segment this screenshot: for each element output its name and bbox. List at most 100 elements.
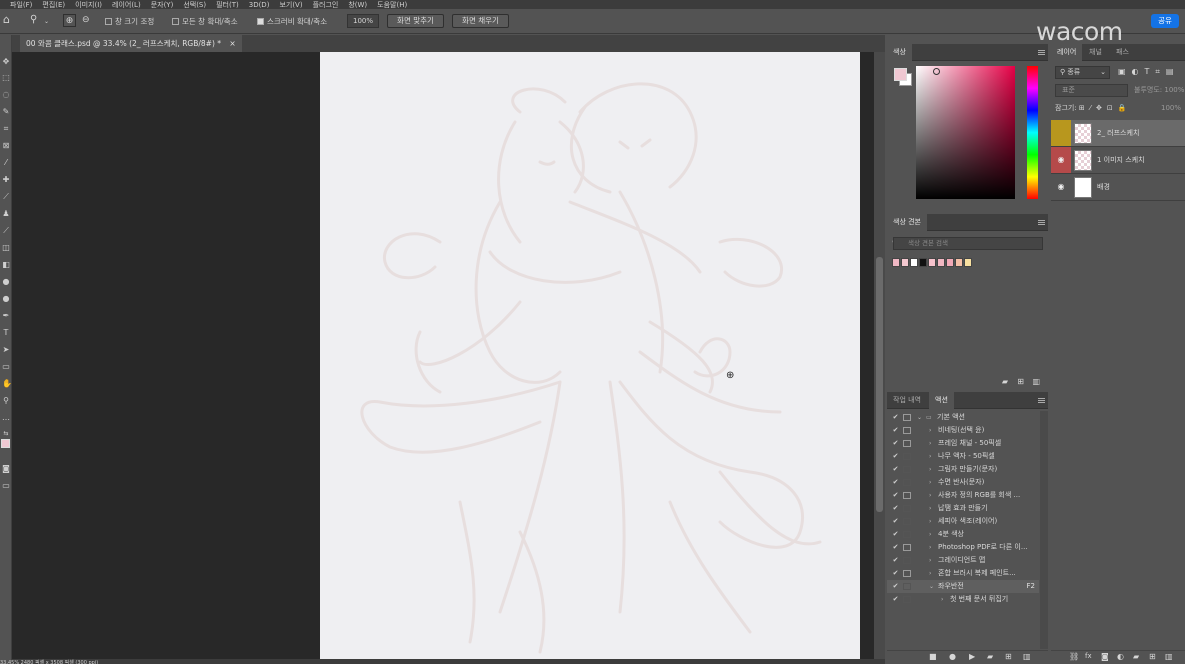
chevron-right-icon[interactable]: › (929, 424, 931, 437)
dialog-toggle-icon[interactable] (903, 492, 911, 499)
mask-icon[interactable]: ◙ (1101, 652, 1109, 661)
menu-item[interactable]: 3D(D) (249, 1, 270, 9)
frame-tool-icon[interactable]: ⊠ (2, 142, 10, 150)
chevron-down-icon[interactable]: ⌄ (929, 580, 934, 593)
chevron-right-icon[interactable]: › (929, 437, 931, 450)
layer-row[interactable]: ◉ 배경 (1051, 174, 1185, 201)
tab-layers[interactable]: 레이어 (1051, 44, 1083, 61)
chevron-right-icon[interactable]: › (929, 554, 931, 567)
menu-item[interactable]: 플러그인 (313, 1, 339, 9)
visibility-toggle[interactable] (1051, 120, 1071, 146)
tab-color[interactable]: 색상 (887, 44, 912, 61)
blend-mode-select[interactable]: 표준 (1055, 84, 1128, 97)
document-tab[interactable]: 00 와콤 클래스.psd @ 33.4% (2_ 러프스케치, RGB/8#)… (20, 35, 242, 52)
color-swatch[interactable] (946, 258, 954, 267)
dialog-toggle-icon[interactable] (903, 531, 911, 538)
chevron-right-icon[interactable]: › (929, 476, 931, 489)
chevron-down-icon[interactable]: ⌄ (917, 411, 922, 424)
home-icon[interactable]: ⌂ (3, 13, 10, 26)
action-row[interactable]: ✔ › 첫 번째 문서 뒤집기 (887, 593, 1039, 606)
checkbox-box[interactable] (257, 18, 264, 25)
dialog-toggle-icon[interactable] (903, 466, 911, 473)
checkmark-icon[interactable]: ✔ (891, 450, 900, 463)
dialog-toggle-icon[interactable] (903, 440, 911, 447)
chevron-right-icon[interactable]: › (941, 593, 943, 606)
dialog-toggle-icon[interactable] (903, 544, 911, 551)
checkmark-icon[interactable]: ✔ (891, 554, 900, 567)
lock-icons[interactable]: ⊞⁄✥⊡🔒 (1079, 104, 1131, 112)
fx-icon[interactable]: fx (1085, 652, 1092, 660)
checkbox-box[interactable] (105, 18, 112, 25)
swatch-search-input[interactable]: 색상 견본 검색 (893, 237, 1043, 250)
checkmark-icon[interactable]: ✔ (891, 476, 900, 489)
fill-screen-button[interactable]: 화면 채우기 (452, 14, 509, 28)
dialog-toggle-icon[interactable] (903, 583, 911, 590)
dialog-toggle-icon[interactable] (903, 414, 911, 421)
action-row[interactable]: ✔ › 비네팅(선택 윤) (887, 424, 1039, 437)
trash-icon[interactable]: ▥ (1165, 652, 1173, 661)
stop-icon[interactable]: ■ (929, 652, 937, 661)
eraser-tool-icon[interactable]: ◫ (2, 244, 10, 252)
action-row[interactable]: ✔ › 세피아 색조(레이어) (887, 515, 1039, 528)
panel-menu-icon[interactable] (1038, 398, 1045, 403)
new-layer-icon[interactable]: ⊞ (1149, 652, 1156, 661)
new-swatch-icon[interactable]: ⊞ (1017, 377, 1024, 386)
dodge-tool-icon[interactable]: ● (2, 295, 10, 303)
menu-item[interactable]: 편집(E) (42, 1, 65, 9)
action-row[interactable]: ✔ › 혼합 브러시 복제 페인트... (887, 567, 1039, 580)
chevron-right-icon[interactable]: › (929, 463, 931, 476)
lasso-tool-icon[interactable]: ◌ (2, 91, 10, 99)
action-row[interactable]: ✔ › 사용자 정의 RGB를 회색 ... (887, 489, 1039, 502)
checkmark-icon[interactable]: ✔ (891, 411, 900, 424)
color-swatch[interactable] (955, 258, 963, 267)
color-picker-marker[interactable] (933, 68, 940, 75)
dialog-toggle-icon[interactable] (903, 453, 911, 460)
dialog-toggle-icon[interactable] (903, 479, 911, 486)
dialog-toggle-icon[interactable] (903, 505, 911, 512)
menu-item[interactable]: 레이어(L) (112, 1, 141, 9)
history-brush-icon[interactable]: ⟋ (2, 227, 10, 235)
menu-item[interactable]: 파일(F) (10, 1, 32, 9)
color-swatch[interactable] (910, 258, 918, 267)
menu-item[interactable]: 문자(Y) (151, 1, 174, 9)
action-row[interactable]: ✔ ⌄ 좌우반전 F2 (887, 580, 1039, 593)
chevron-right-icon[interactable]: › (929, 528, 931, 541)
folder-icon[interactable]: ▰ (987, 652, 993, 661)
action-row[interactable]: ✔ › 수면 반사(문자) (887, 476, 1039, 489)
blur-tool-icon[interactable]: ● (2, 278, 10, 286)
quick-select-tool-icon[interactable]: ✎ (2, 108, 10, 116)
checkmark-icon[interactable]: ✔ (891, 502, 900, 515)
layer-row[interactable]: ◉ 1 이미지 스케치 (1051, 147, 1185, 174)
zoom-tool-icon[interactable]: ⚲ (2, 397, 10, 405)
gradient-tool-icon[interactable]: ◧ (2, 261, 10, 269)
tab-swatches[interactable]: 색상 견본 (887, 214, 927, 231)
trash-icon[interactable]: ▥ (1023, 652, 1031, 661)
new-action-icon[interactable]: ⊞ (1005, 652, 1012, 661)
stamp-tool-icon[interactable]: ♟ (2, 210, 10, 218)
dialog-toggle-icon[interactable] (903, 518, 911, 525)
chevron-right-icon[interactable]: › (929, 450, 931, 463)
color-field[interactable] (916, 66, 1015, 199)
chevron-right-icon[interactable]: › (929, 489, 931, 502)
checkmark-icon[interactable]: ✔ (891, 424, 900, 437)
foreground-color-chip[interactable] (894, 68, 907, 81)
tab-history[interactable]: 작업 내역 (887, 392, 927, 409)
color-swatch[interactable] (928, 258, 936, 267)
fit-screen-button[interactable]: 화면 맞추기 (387, 14, 444, 28)
chevron-right-icon[interactable]: › (929, 515, 931, 528)
opacity-value[interactable]: 100% (1164, 86, 1184, 94)
adjustment-icon[interactable]: ◐ (1117, 652, 1124, 661)
checkbox-box[interactable] (172, 18, 179, 25)
share-button[interactable]: 공유 (1151, 14, 1179, 28)
hue-slider[interactable] (1027, 66, 1038, 199)
zoom-value-field[interactable]: 100% (347, 14, 379, 28)
eye-icon[interactable]: ◉ (1051, 174, 1071, 200)
checkmark-icon[interactable]: ✔ (891, 489, 900, 502)
menu-item[interactable]: 필터(T) (216, 1, 239, 9)
document-canvas[interactable] (320, 52, 860, 659)
zoom-all-checkbox[interactable]: 모든 창 확대/축소 (172, 15, 238, 28)
hand-tool-icon[interactable]: ✋ (2, 380, 12, 388)
opacity-control[interactable]: 불투명도: 100% (1134, 84, 1184, 97)
panel-menu-icon[interactable] (1038, 50, 1045, 55)
quick-mask-icon[interactable]: ◙ (2, 465, 10, 473)
